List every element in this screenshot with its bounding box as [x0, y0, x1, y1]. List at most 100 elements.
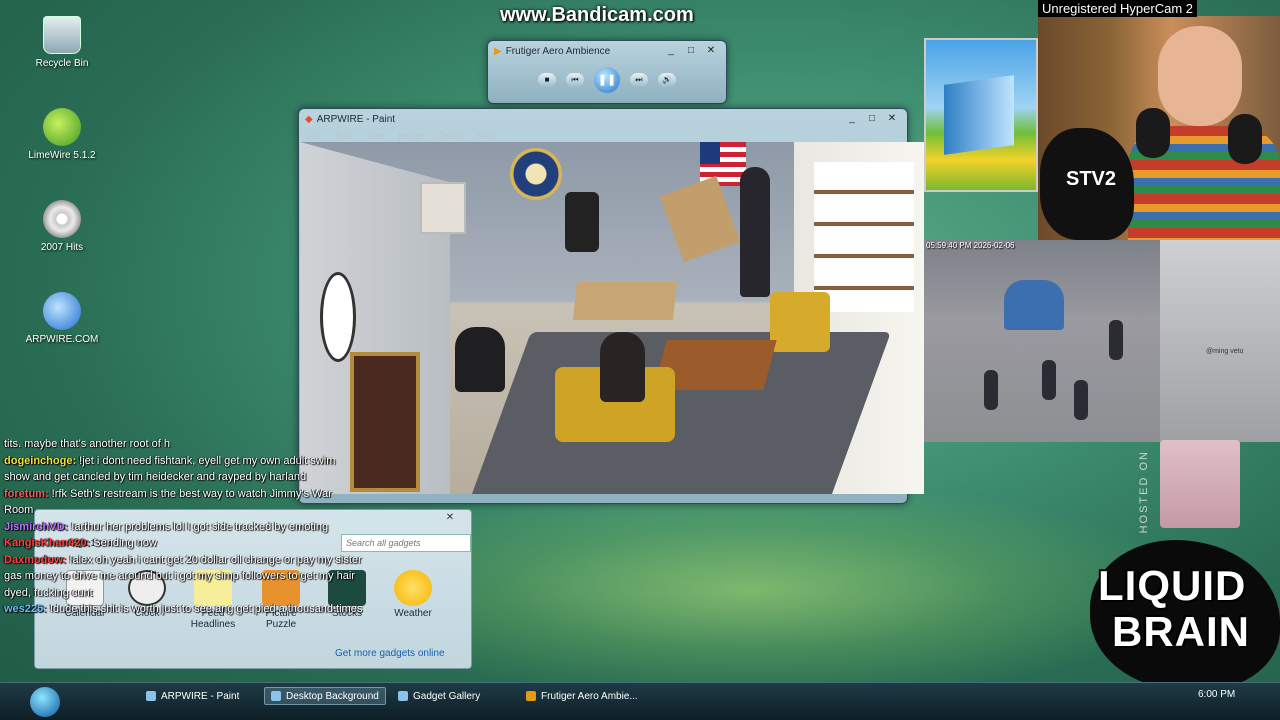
- paint-icon: ◆: [305, 113, 313, 125]
- menu-edit[interactable]: Edit: [336, 131, 352, 141]
- gadget-label: Weather: [394, 608, 432, 619]
- taskbar-item-label: ARPWIRE - Paint: [161, 690, 240, 702]
- street-camera-feed: 05:59:40 PM 2026-02-06: [924, 240, 1160, 442]
- taskbar-clock[interactable]: 6:00 PM: [1198, 689, 1235, 700]
- chat-username: wes225:: [4, 603, 47, 615]
- logo-line-2: BRAIN: [1112, 608, 1250, 655]
- minimize-button[interactable]: _: [843, 112, 861, 126]
- frutiger-aero-image: [924, 38, 1038, 192]
- headphone-left: [1136, 108, 1170, 158]
- chat-message: JismirchVD: !arthur her problems lol I g…: [4, 519, 364, 536]
- chat-text: !arthur her problems lol I got side trac…: [71, 520, 329, 533]
- maximize-button[interactable]: □: [863, 112, 881, 126]
- bandicam-watermark: www.Bandicam.com: [500, 4, 694, 26]
- taskbar-item-label: Desktop Background: [286, 690, 379, 702]
- stv2-logo: STV2: [1040, 128, 1134, 240]
- gadget-weather[interactable]: Weather: [385, 570, 441, 619]
- desktop-icon-recycle-bin[interactable]: Recycle Bin: [22, 16, 102, 69]
- chat-message: Daxmodow: !alex oh yeah i cant get 20 do…: [4, 552, 364, 602]
- paint-menubar: File Edit View Image Colors Help: [299, 129, 907, 143]
- chat-message: KangisKhan420: Sending now: [4, 535, 364, 552]
- menu-colors[interactable]: Colors: [437, 131, 463, 141]
- desktop-icon-2007-hits[interactable]: 2007 Hits: [22, 200, 102, 253]
- chat-text: Sending now: [93, 537, 157, 549]
- media-player-window[interactable]: ▶ Frutiger Aero Ambience _ □ ✕ ■ ⏮ ❚❚ ⏭ …: [487, 40, 727, 104]
- chat-text: !dude this shit is worth just to see ang…: [49, 603, 363, 615]
- chat-username: foretum:: [4, 487, 49, 500]
- chat-text: tits. maybe that's another root of h: [4, 438, 170, 450]
- close-button[interactable]: ✕: [441, 512, 459, 524]
- start-button[interactable]: [30, 687, 60, 717]
- taskbar-item-gadget-gallery[interactable]: Gadget Gallery: [392, 687, 486, 705]
- chat-message: dogeinchoge: !jet i dont need fishtank, …: [4, 453, 364, 486]
- desktop-icon-label: 2007 Hits: [40, 242, 84, 253]
- chat-message: foretum: !rfk Seth's restream is the bes…: [4, 486, 364, 519]
- office-chair: [565, 192, 599, 252]
- presidential-seal: [510, 148, 562, 200]
- chat-username: JismirchVD:: [4, 520, 69, 533]
- minimize-button[interactable]: _: [662, 44, 680, 58]
- chat-username: Daxmodow:: [4, 553, 67, 566]
- feed-tag: @ming vetu: [1206, 348, 1244, 355]
- display-icon: [271, 691, 281, 701]
- taskbar-item-desktop-background[interactable]: Desktop Background: [264, 687, 386, 705]
- previous-button[interactable]: ⏮: [566, 73, 584, 87]
- stop-button[interactable]: ■: [538, 73, 556, 87]
- chat-username: dogeinchoge:: [4, 454, 77, 467]
- close-button[interactable]: ✕: [883, 112, 901, 126]
- headphone-right: [1228, 114, 1262, 164]
- wall-clock: [320, 272, 356, 362]
- media-player-icon: [526, 691, 536, 701]
- gray-camera-feed: @ming vetu: [1160, 240, 1280, 442]
- volume-button[interactable]: 🔊: [658, 73, 676, 87]
- chat-message: tits. maybe that's another root of h: [4, 436, 364, 453]
- recycle-bin-icon: [43, 16, 81, 54]
- room-camera-feed: [300, 142, 924, 494]
- desktop-icon-limewire[interactable]: LimeWire 5.1.2: [22, 108, 102, 161]
- streamer-face: [1158, 26, 1242, 126]
- cd-icon: [43, 200, 81, 238]
- person-seated: [600, 332, 645, 402]
- hypercam-watermark: Unregistered HyperCam 2: [1038, 0, 1198, 17]
- street-cam-timestamp: 05:59:40 PM 2026-02-06: [926, 241, 1015, 250]
- menu-help[interactable]: Help: [477, 131, 496, 141]
- person-kneeling: [455, 327, 505, 392]
- hosted-on-label: HOSTED ON: [1138, 450, 1150, 534]
- internet-explorer-icon: [43, 292, 81, 330]
- gadget-icon: [398, 691, 408, 701]
- next-button[interactable]: ⏭: [630, 73, 648, 87]
- maximize-button[interactable]: □: [682, 44, 700, 58]
- logo-line-1: LIQUID: [1098, 562, 1247, 609]
- desktop-icon-label: LimeWire 5.1.2: [28, 150, 96, 161]
- tent: [1004, 280, 1064, 330]
- taskbar: ARPWIRE - Paint Desktop Background Gadge…: [0, 682, 1280, 720]
- taskbar-item-media-player[interactable]: Frutiger Aero Ambie...: [520, 687, 644, 705]
- close-button[interactable]: ✕: [702, 44, 720, 58]
- pause-button[interactable]: ❚❚: [594, 67, 620, 93]
- desktop-icon-arpwire[interactable]: ARPWIRE.COM: [22, 292, 102, 345]
- player-controls: ■ ⏮ ❚❚ ⏭ 🔊: [488, 61, 726, 99]
- desktop-icon-label: Recycle Bin: [35, 58, 89, 69]
- menu-image[interactable]: Image: [398, 131, 423, 141]
- bookshelf: [814, 162, 914, 312]
- taskbar-item-paint[interactable]: ARPWIRE - Paint: [140, 687, 245, 705]
- cardboard-panel: [659, 175, 741, 263]
- desktop-icon-label: ARPWIRE.COM: [25, 334, 99, 345]
- get-more-gadgets-link[interactable]: Get more gadgets online: [335, 648, 445, 659]
- chat-overlay: tits. maybe that's another root of h dog…: [4, 436, 364, 618]
- menu-view[interactable]: View: [365, 131, 384, 141]
- limewire-icon: [43, 108, 81, 146]
- taskbar-item-label: Gadget Gallery: [413, 690, 481, 702]
- pedestrian: [1109, 320, 1123, 360]
- taskbar-item-label: Frutiger Aero Ambie...: [541, 690, 638, 702]
- cardboard-box: [573, 282, 677, 320]
- weather-icon: [394, 570, 432, 606]
- menu-file[interactable]: File: [307, 131, 322, 141]
- pedestrian: [1042, 360, 1056, 400]
- media-player-icon: ▶: [494, 45, 502, 57]
- pedestrian: [1074, 380, 1088, 420]
- book-illustration: [944, 75, 1014, 155]
- portrait-frame: [420, 182, 466, 234]
- person-standing: [740, 167, 770, 297]
- pedestrian: [984, 370, 998, 410]
